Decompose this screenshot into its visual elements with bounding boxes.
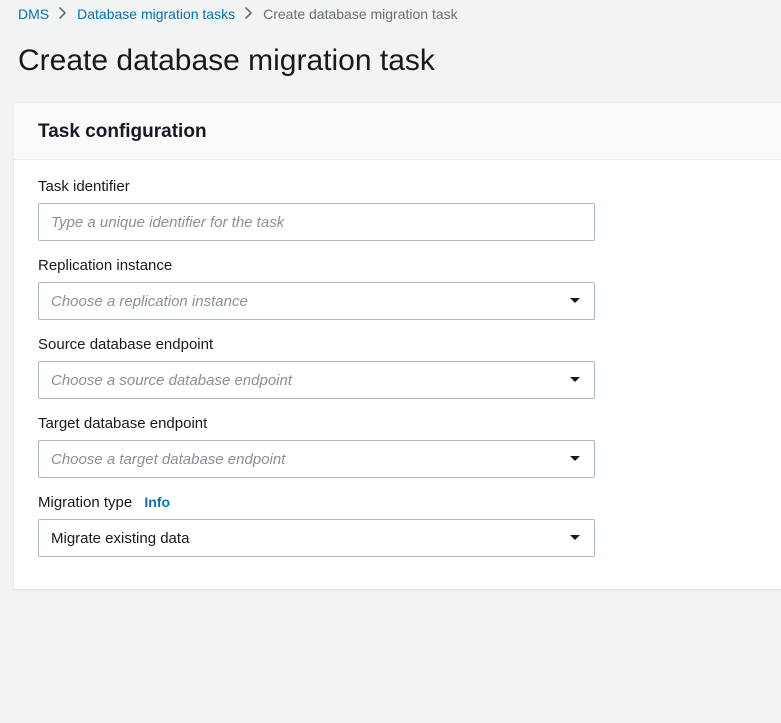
- chevron-right-icon: [59, 7, 67, 22]
- source-endpoint-select[interactable]: Choose a source database endpoint: [38, 361, 595, 399]
- task-configuration-panel: Task configuration Task identifier Repli…: [14, 102, 781, 589]
- replication-instance-value: Choose a replication instance: [38, 282, 595, 320]
- target-endpoint-select[interactable]: Choose a target database endpoint: [38, 440, 595, 478]
- page-title: Create database migration task: [0, 22, 781, 102]
- field-replication-instance: Replication instance Choose a replicatio…: [38, 257, 757, 320]
- task-identifier-label: Task identifier: [38, 178, 757, 195]
- field-task-identifier: Task identifier: [38, 178, 757, 241]
- source-endpoint-value: Choose a source database endpoint: [38, 361, 595, 399]
- source-endpoint-label: Source database endpoint: [38, 336, 757, 353]
- migration-type-label-text: Migration type: [38, 494, 132, 511]
- target-endpoint-value: Choose a target database endpoint: [38, 440, 595, 478]
- target-endpoint-label: Target database endpoint: [38, 415, 757, 432]
- migration-type-info-link[interactable]: Info: [144, 494, 170, 510]
- field-target-endpoint: Target database endpoint Choose a target…: [38, 415, 757, 478]
- replication-instance-label: Replication instance: [38, 257, 757, 274]
- migration-type-value: Migrate existing data: [38, 519, 595, 557]
- field-migration-type: Migration type Info Migrate existing dat…: [38, 494, 757, 557]
- breadcrumb-current: Create database migration task: [263, 6, 458, 22]
- replication-instance-select[interactable]: Choose a replication instance: [38, 282, 595, 320]
- panel-body: Task identifier Replication instance Cho…: [14, 160, 781, 589]
- panel-title: Task configuration: [38, 121, 757, 143]
- breadcrumb-tasks[interactable]: Database migration tasks: [77, 6, 235, 22]
- migration-type-select[interactable]: Migrate existing data: [38, 519, 595, 557]
- breadcrumb-root[interactable]: DMS: [18, 6, 49, 22]
- chevron-right-icon: [245, 7, 253, 22]
- field-source-endpoint: Source database endpoint Choose a source…: [38, 336, 757, 399]
- panel-header: Task configuration: [14, 103, 781, 160]
- task-identifier-input[interactable]: [38, 203, 595, 241]
- migration-type-label: Migration type Info: [38, 494, 757, 511]
- breadcrumb: DMS Database migration tasks Create data…: [0, 0, 781, 22]
